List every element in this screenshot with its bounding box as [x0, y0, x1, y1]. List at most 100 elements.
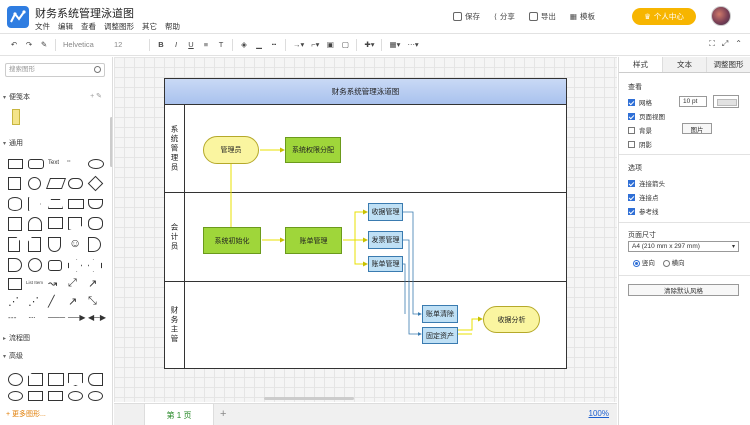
curve-shape[interactable]: ↝: [48, 277, 57, 290]
background-checkbox[interactable]: 背景: [628, 125, 652, 135]
collapse-icon[interactable]: ⌃: [735, 39, 742, 49]
more-shapes-link[interactable]: + 更多图形...: [6, 409, 46, 419]
arrow-diagonal-shape[interactable]: ↗: [88, 277, 97, 290]
line-color-icon[interactable]: ▁: [255, 40, 263, 49]
tape-shape[interactable]: [68, 199, 84, 209]
section-notes[interactable]: ▾ 便笺本: [3, 92, 30, 102]
arrow-line-shape[interactable]: ↗: [68, 295, 77, 308]
section-flowchart[interactable]: ▸ 流程图: [3, 333, 30, 343]
left-panel-scrollbar[interactable]: [110, 117, 112, 167]
node-ledger[interactable]: 账单管理: [285, 227, 342, 254]
node-clear[interactable]: 账单清除: [422, 305, 458, 323]
reset-style-button[interactable]: 清除默认风格: [628, 284, 739, 296]
bidirectional-arrow-shape[interactable]: ⤢: [68, 277, 77, 290]
note-page-shape[interactable]: [8, 237, 20, 252]
grid-color-swatch[interactable]: [713, 95, 739, 108]
list-item-shape[interactable]: List Item: [26, 280, 43, 285]
dashed-line-shape[interactable]: ⋰: [8, 295, 19, 308]
tab-style[interactable]: 样式: [619, 57, 663, 72]
node-asset[interactable]: 固定资产: [422, 327, 458, 344]
document-shape[interactable]: [88, 199, 103, 209]
advanced-display-shape[interactable]: [88, 373, 103, 386]
underline-button[interactable]: U: [187, 40, 195, 49]
card-corner-shape[interactable]: [28, 237, 41, 252]
ellipse-shape[interactable]: [88, 159, 104, 169]
card-shape[interactable]: [68, 217, 82, 230]
notes-add-icon[interactable]: + ✎: [90, 92, 102, 100]
advanced-ellipse2-shape[interactable]: [68, 391, 83, 401]
undo-icon[interactable]: ↶: [10, 40, 18, 49]
node-init[interactable]: 系统初始化: [203, 227, 261, 254]
menu-file[interactable]: 文件: [35, 21, 50, 32]
fullscreen-icon[interactable]: ⤢: [722, 39, 728, 49]
arrow-right-shape[interactable]: [68, 259, 82, 272]
internal-storage-shape[interactable]: [8, 217, 22, 231]
diamond-shape[interactable]: [87, 175, 104, 192]
dotted-line-shape[interactable]: ⋰: [28, 295, 39, 308]
diagram-canvas[interactable]: 财务系统管理泳道图 系统管理员 会计员 财务主管 管理员 系统权限分配 系统初始…: [114, 57, 617, 402]
advanced-box2-shape[interactable]: [48, 391, 63, 401]
cloud-shape[interactable]: [88, 217, 103, 230]
section-advanced[interactable]: ▾ 高级: [3, 351, 23, 361]
table-icon[interactable]: ▦▾: [389, 40, 400, 49]
textbox-shape[interactable]: ≡≡: [67, 159, 82, 169]
circle-shape[interactable]: [28, 177, 41, 190]
advanced-ellipse3-shape[interactable]: [88, 391, 103, 401]
align-button[interactable]: ≡: [202, 40, 210, 49]
connection-points-checkbox[interactable]: 连接点: [628, 192, 659, 202]
more-icon[interactable]: ⋯▾: [407, 40, 418, 49]
section-general[interactable]: ▾ 通用: [3, 138, 23, 148]
share-button[interactable]: ⟨ 分享: [494, 11, 515, 22]
frame-shape[interactable]: [8, 278, 22, 290]
cube-shape[interactable]: [28, 217, 42, 231]
search-icon[interactable]: [94, 66, 101, 73]
delay-shape[interactable]: [88, 237, 101, 252]
advanced-card-shape[interactable]: [28, 373, 43, 386]
node-permission[interactable]: 系统权限分配: [285, 137, 341, 163]
grid-size-input[interactable]: 10 pt: [679, 96, 707, 107]
node-invoice[interactable]: 发票管理: [368, 231, 403, 249]
menu-edit[interactable]: 编辑: [58, 21, 73, 32]
page-tab-1[interactable]: 第 1 页: [144, 404, 214, 425]
square-shape[interactable]: [8, 177, 21, 190]
advanced-rect-shape[interactable]: [48, 373, 64, 386]
fill-color-icon[interactable]: ◈: [240, 40, 248, 49]
connection-arrows-checkbox[interactable]: 连接箭头: [628, 178, 665, 188]
link-connector-shape[interactable]: ──▶: [68, 313, 86, 322]
bidirectional-connector-shape[interactable]: ◀─▶: [88, 313, 106, 322]
text-color-button[interactable]: T: [217, 40, 225, 49]
trapezoid-shape[interactable]: [48, 199, 63, 209]
process-shape[interactable]: [68, 178, 83, 189]
advanced-ellipse-shape[interactable]: [8, 391, 23, 401]
shadow-checkbox[interactable]: 阴影: [628, 139, 652, 149]
export-button[interactable]: 导出: [528, 11, 556, 22]
callout-shape[interactable]: [48, 260, 62, 271]
menu-other[interactable]: 其它: [142, 21, 157, 32]
to-front-icon[interactable]: ▣: [326, 40, 334, 49]
shape-search-input[interactable]: 搜索图形: [5, 63, 105, 77]
rectangle-shape[interactable]: [8, 159, 23, 169]
step-shape[interactable]: [48, 217, 63, 229]
parallelogram-shape[interactable]: [45, 178, 67, 189]
document-title[interactable]: 财务系统管理泳道图: [35, 5, 134, 21]
avatar[interactable]: [711, 6, 731, 26]
advanced-circle-shape[interactable]: [8, 373, 23, 386]
personal-center-button[interactable]: ♛ 个人中心: [632, 8, 696, 25]
redo-icon[interactable]: ↷: [25, 40, 33, 49]
page-view-checkbox[interactable]: 页面视图: [628, 111, 665, 121]
guides-checkbox[interactable]: 参考线: [628, 206, 659, 216]
text-shape[interactable]: Text: [48, 160, 59, 166]
menu-help[interactable]: 帮助: [165, 21, 180, 32]
node-receipt[interactable]: 收据管理: [368, 203, 403, 221]
grid-checkbox[interactable]: 网格: [628, 97, 652, 107]
waypoint-icon[interactable]: ⌐▾: [311, 40, 319, 49]
tab-arrange[interactable]: 调整图形: [707, 57, 750, 72]
menu-view[interactable]: 查看: [81, 21, 96, 32]
node-bill[interactable]: 账单管理: [368, 256, 403, 272]
arrow-left-shape[interactable]: [88, 259, 102, 272]
font-size-select[interactable]: 12: [114, 40, 142, 49]
dash-connector-shape[interactable]: - - -: [8, 313, 17, 322]
note-shape[interactable]: [12, 109, 20, 125]
menu-arrange[interactable]: 调整图形: [104, 21, 134, 32]
connector-icon[interactable]: →▾: [293, 40, 304, 49]
